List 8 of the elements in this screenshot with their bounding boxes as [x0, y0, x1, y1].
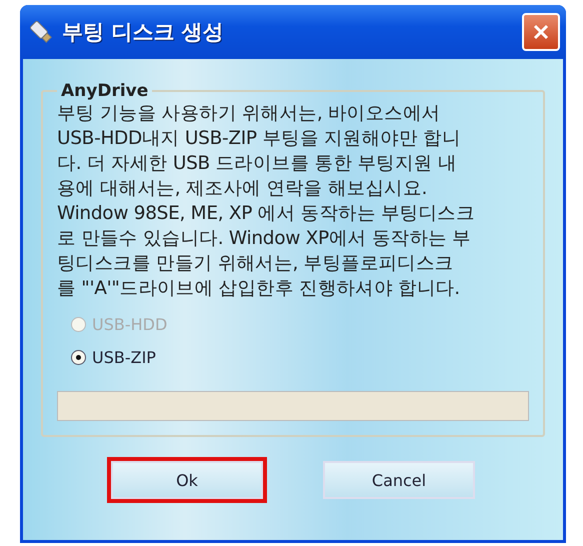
description-text: 부팅 기능을 사용하기 위해서는, 바이오스에서 USB-HDD내지 USB-ZIP 부팅을 지원해야만 합니 다. 더 자세한 USB 드라이브를 통한 부팅지원 내 용에 대해서는, 제조사에 연락을 해보십시요. Window 98SE, ME, XP 에서 동작하는 부팅디스크 로 만들수 있습니다. Window XP에서 동작하는 부 팅디스크를 만들기 위해서는, 부팅플로피디스크 를 "'A'"드라이브에 삽입한후 진행하셔야 합니다. — [57, 102, 476, 301]
radio-option[interactable]: USB-ZIP — [71, 348, 156, 367]
window-title: 부팅 디스크 생성 — [62, 19, 225, 46]
usb-drive-icon — [28, 19, 54, 45]
dialog-button[interactable]: Cancel — [323, 461, 475, 499]
group-title: AnyDrive — [60, 81, 150, 101]
close-icon — [533, 24, 549, 40]
close-button[interactable] — [522, 13, 560, 51]
